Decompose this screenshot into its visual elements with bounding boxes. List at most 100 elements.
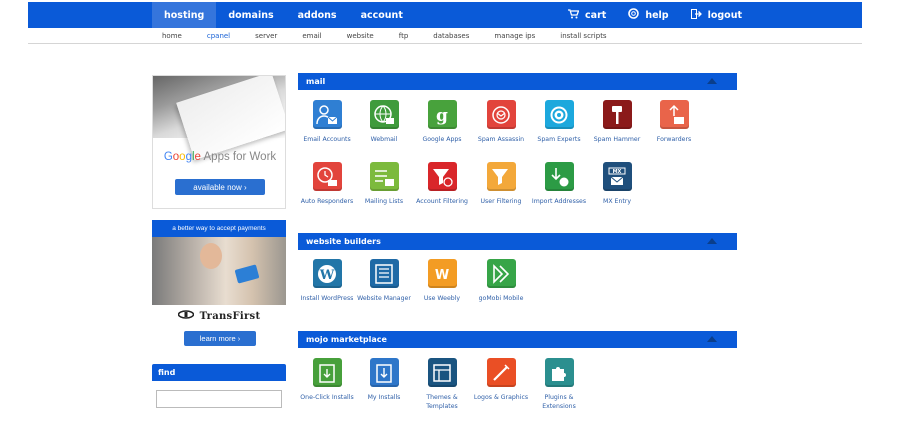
- themes-templates-icon[interactable]: [427, 358, 457, 387]
- mail-email-accounts-tile[interactable]: Email Accounts: [298, 100, 356, 145]
- mail-spam-experts-tile[interactable]: Spam Experts: [530, 100, 588, 145]
- mail-auto-responders-tile[interactable]: Auto Responders: [298, 162, 356, 207]
- mailing-lists-icon[interactable]: [369, 162, 399, 191]
- tile-label[interactable]: Forwarders: [645, 136, 703, 145]
- website-builders-section-header[interactable]: website builders: [298, 233, 737, 250]
- mail-mx-entry-tile[interactable]: MX MX Entry: [588, 162, 646, 207]
- webmail-icon[interactable]: [369, 100, 399, 129]
- tile-label[interactable]: Account Filtering: [413, 198, 471, 207]
- user-filtering-icon[interactable]: [486, 162, 516, 191]
- tile-label[interactable]: Themes & Templates: [413, 394, 471, 412]
- tile-label[interactable]: User Filtering: [472, 198, 530, 207]
- mail-forwarders-tile[interactable]: Forwarders: [645, 100, 703, 145]
- builders-gomobi-tile[interactable]: goMobi Mobile: [472, 259, 530, 304]
- one-click-installs-icon[interactable]: [312, 358, 342, 387]
- mail-user-filtering-tile[interactable]: User Filtering: [472, 162, 530, 207]
- tile-label[interactable]: MX Entry: [588, 198, 646, 207]
- mojo-one-click-installs-tile[interactable]: One-Click Installs: [298, 358, 356, 403]
- tile-label[interactable]: Plugins & Extensions: [530, 394, 588, 412]
- tile-label[interactable]: Webmail: [355, 136, 413, 145]
- subnav-server[interactable]: server: [255, 32, 277, 40]
- subnav-manage-ips[interactable]: manage ips: [494, 32, 535, 40]
- collapse-caret-icon[interactable]: [707, 336, 717, 342]
- tile-label[interactable]: Import Addresses: [530, 198, 588, 207]
- find-header: find: [152, 364, 286, 381]
- learn-more-button[interactable]: learn more ›: [184, 331, 256, 346]
- tile-label[interactable]: Mailing Lists: [355, 198, 413, 207]
- transfirst-swoosh-icon: [177, 310, 194, 322]
- mojo-themes-templates-tile[interactable]: Themes & Templates: [413, 358, 471, 412]
- tile-label[interactable]: Google Apps: [413, 136, 471, 145]
- auto-responders-icon[interactable]: [312, 162, 342, 191]
- subnav-databases[interactable]: databases: [433, 32, 469, 40]
- mail-webmail-tile[interactable]: Webmail: [355, 100, 413, 145]
- subnav-home[interactable]: home: [162, 32, 182, 40]
- subnav-email[interactable]: email: [302, 32, 321, 40]
- forwarders-icon[interactable]: [659, 100, 689, 129]
- subnav-ftp[interactable]: ftp: [399, 32, 409, 40]
- tile-label[interactable]: One-Click Installs: [298, 394, 356, 403]
- help-link[interactable]: help: [628, 8, 669, 22]
- tile-label[interactable]: Auto Responders: [298, 198, 356, 207]
- my-installs-icon[interactable]: [369, 358, 399, 387]
- gomobi-icon[interactable]: [486, 259, 516, 288]
- available-now-button[interactable]: available now ›: [175, 179, 265, 195]
- mail-section-header[interactable]: mail: [298, 73, 737, 90]
- mail-spam-hammer-tile[interactable]: Spam Hammer: [588, 100, 646, 145]
- mojo-logos-graphics-tile[interactable]: Logos & Graphics: [472, 358, 530, 403]
- subnav-cpanel[interactable]: cpanel: [207, 32, 230, 40]
- find-input[interactable]: [156, 390, 282, 408]
- google-apps-ad-product: Apps for Work: [200, 151, 277, 163]
- mail-section-title: mail: [306, 77, 326, 86]
- tile-label[interactable]: Install WordPress: [298, 295, 356, 304]
- tile-label[interactable]: Email Accounts: [298, 136, 356, 145]
- tile-label[interactable]: Use Weebly: [413, 295, 471, 304]
- spam-experts-icon[interactable]: [544, 100, 574, 129]
- google-apps-icon[interactable]: g: [427, 100, 457, 129]
- tab-hosting[interactable]: hosting: [152, 2, 217, 28]
- tile-label[interactable]: goMobi Mobile: [472, 295, 530, 304]
- tile-label[interactable]: Spam Assassin: [472, 136, 530, 145]
- find-box: find: [152, 364, 286, 408]
- tile-label[interactable]: My Installs: [355, 394, 413, 403]
- import-addresses-icon[interactable]: [544, 162, 574, 191]
- cart-link[interactable]: cart: [568, 8, 606, 22]
- builders-wordpress-tile[interactable]: W Install WordPress: [298, 259, 356, 304]
- mojo-plugins-extensions-tile[interactable]: Plugins & Extensions: [530, 358, 588, 412]
- spam-assassin-icon[interactable]: [486, 100, 516, 129]
- collapse-caret-icon[interactable]: [707, 78, 717, 84]
- wordpress-icon[interactable]: W: [312, 259, 342, 288]
- tile-label[interactable]: Spam Experts: [530, 136, 588, 145]
- transfirst-ad[interactable]: a better way to accept payments TransFir…: [152, 220, 286, 350]
- tile-label[interactable]: Website Manager: [355, 295, 413, 304]
- mojo-my-installs-tile[interactable]: My Installs: [355, 358, 413, 403]
- builders-weebly-tile[interactable]: W Use Weebly: [413, 259, 471, 304]
- mojo-marketplace-section-header[interactable]: mojo marketplace: [298, 331, 737, 348]
- sub-nav: home cpanel server email website ftp dat…: [28, 28, 862, 44]
- logos-graphics-icon[interactable]: [486, 358, 516, 387]
- help-icon: [628, 8, 640, 22]
- account-filtering-icon[interactable]: [427, 162, 457, 191]
- mail-google-apps-tile[interactable]: g Google Apps: [413, 100, 471, 145]
- subnav-website[interactable]: website: [347, 32, 374, 40]
- tab-account[interactable]: account: [349, 2, 415, 28]
- mail-account-filtering-tile[interactable]: Account Filtering: [413, 162, 471, 207]
- mail-import-addresses-tile[interactable]: Import Addresses: [530, 162, 588, 207]
- builders-website-manager-tile[interactable]: Website Manager: [355, 259, 413, 304]
- logout-link[interactable]: logout: [690, 8, 742, 22]
- tile-label[interactable]: Spam Hammer: [588, 136, 646, 145]
- tile-label[interactable]: Logos & Graphics: [472, 394, 530, 403]
- plugins-extensions-icon[interactable]: [544, 358, 574, 387]
- mail-spam-assassin-tile[interactable]: Spam Assassin: [472, 100, 530, 145]
- google-apps-ad[interactable]: Google Apps for Work available now ›: [152, 75, 286, 209]
- spam-hammer-icon[interactable]: [602, 100, 632, 129]
- weebly-icon[interactable]: W: [427, 259, 457, 288]
- subnav-install-scripts[interactable]: install scripts: [560, 32, 606, 40]
- website-manager-icon[interactable]: [369, 259, 399, 288]
- mail-mailing-lists-tile[interactable]: Mailing Lists: [355, 162, 413, 207]
- mx-entry-icon[interactable]: MX: [602, 162, 632, 191]
- tab-addons[interactable]: addons: [286, 2, 349, 28]
- email-accounts-icon[interactable]: [312, 100, 342, 129]
- tab-domains[interactable]: domains: [216, 2, 285, 28]
- collapse-caret-icon[interactable]: [707, 238, 717, 244]
